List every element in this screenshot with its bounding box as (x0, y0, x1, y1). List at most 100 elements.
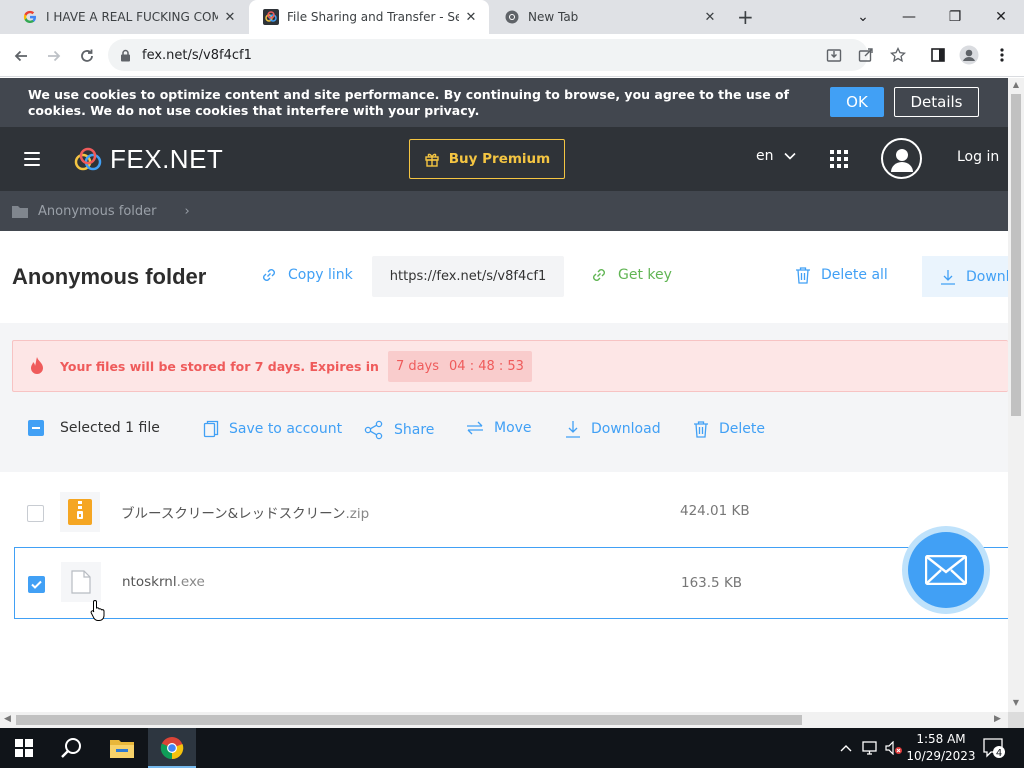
restore-button[interactable]: ❐ (932, 0, 978, 34)
horizontal-scroll-thumb[interactable] (16, 715, 802, 725)
cookie-details-button[interactable]: Details (894, 87, 979, 117)
trash-icon (693, 420, 709, 438)
selected-count: Selected 1 file (60, 420, 160, 436)
logo-text: FEX.NET (110, 144, 224, 174)
new-tab-button[interactable]: + (737, 5, 754, 29)
file-checkbox[interactable] (27, 505, 44, 522)
copy-link-button[interactable]: Copy link (260, 266, 353, 284)
vertical-scrollbar[interactable]: ▲ ▼ (1008, 78, 1024, 712)
minimize-button[interactable]: — (886, 0, 932, 34)
windows-start-icon[interactable] (0, 728, 48, 768)
share-button[interactable]: Share (364, 420, 434, 440)
share-icon[interactable] (856, 45, 876, 65)
notification-count: 4 (996, 748, 1002, 759)
install-icon[interactable] (824, 45, 844, 65)
menu-kebab-icon[interactable] (992, 45, 1012, 65)
tray-chevron-up-icon[interactable] (840, 728, 852, 768)
file-basename: ntoskrnl (122, 574, 177, 590)
file-checkbox-checked[interactable] (28, 576, 45, 593)
buy-premium-button[interactable]: Buy Premium (409, 139, 565, 179)
cookie-text: We use cookies to optimize content and s… (28, 87, 790, 118)
download-icon (565, 420, 581, 438)
vertical-scroll-thumb[interactable] (1011, 94, 1021, 416)
contact-mail-button[interactable] (902, 526, 990, 614)
trash-icon (795, 266, 811, 284)
search-icon[interactable] (48, 728, 96, 768)
login-link[interactable]: Log in (957, 149, 999, 165)
scroll-right-arrow-icon[interactable]: ▶ (994, 714, 1001, 724)
save-to-account-label: Save to account (229, 421, 343, 437)
cookie-ok-button[interactable]: OK (830, 87, 884, 117)
file-row-selected[interactable]: ntoskrnl.exe 163.5 KB (14, 547, 1008, 619)
tab-1[interactable]: I HAVE A REAL FUCKING COMPUTER ✕ (8, 0, 248, 34)
delete-button[interactable]: Delete (693, 420, 765, 438)
taskbar-clock[interactable]: 1:58 AM 10/29/2023 (904, 731, 978, 765)
breadcrumb-folder[interactable]: Anonymous folder (38, 204, 157, 219)
download-all-button[interactable]: Download all (922, 256, 1008, 297)
back-arrow-icon[interactable] (8, 43, 34, 69)
scroll-left-arrow-icon[interactable]: ◀ (4, 714, 11, 724)
close-window-button[interactable]: ✕ (978, 0, 1024, 34)
move-arrows-icon (466, 421, 484, 435)
move-label: Move (494, 420, 532, 436)
volume-muted-icon[interactable] (885, 728, 903, 768)
close-tab-icon[interactable]: ✕ (459, 10, 483, 25)
get-key-button[interactable]: Get key (590, 266, 672, 284)
download-label: Download (591, 421, 661, 437)
url-text: fex.net/s/v8f4cf1 (142, 47, 252, 63)
delete-all-label: Delete all (821, 267, 888, 283)
file-name[interactable]: ブルースクリーン&レッドスクリーン.zip (121, 502, 369, 522)
clock-time: 1:58 AM (916, 732, 966, 746)
cookie-banner: We use cookies to optimize content and s… (0, 78, 1008, 127)
download-icon (940, 269, 956, 285)
scroll-down-arrow-icon[interactable]: ▼ (1008, 698, 1024, 707)
apps-grid-icon[interactable] (830, 150, 848, 168)
fex-logo[interactable]: FEX.NET (72, 144, 223, 175)
scroll-up-arrow-icon[interactable]: ▲ (1008, 80, 1024, 89)
share-nodes-icon (364, 420, 384, 440)
file-basename: ブルースクリーン&レッドスクリーン (121, 506, 346, 522)
file-name[interactable]: ntoskrnl.exe (122, 574, 205, 590)
close-tab-icon[interactable]: ✕ (698, 10, 722, 25)
lock-icon (120, 48, 132, 62)
chrome-icon (504, 9, 520, 25)
close-tab-icon[interactable]: ✕ (218, 10, 242, 25)
gift-icon (424, 151, 440, 167)
delete-all-button[interactable]: Delete all (795, 266, 888, 284)
side-panel-icon[interactable] (928, 45, 948, 65)
hand-cursor-icon (90, 599, 106, 625)
save-to-account-button[interactable]: Save to account (203, 420, 342, 438)
file-explorer-icon[interactable] (98, 728, 146, 768)
tab-search-icon[interactable]: ⌄ (840, 0, 886, 34)
profile-icon[interactable] (959, 45, 979, 65)
bookmark-star-icon[interactable] (888, 45, 908, 65)
hamburger-menu-icon[interactable] (24, 152, 40, 166)
select-all-checkbox[interactable] (28, 420, 44, 436)
link-icon (260, 266, 278, 284)
reload-icon[interactable] (74, 43, 100, 69)
tab-2-active[interactable]: File Sharing and Transfer - Send ✕ (249, 0, 489, 34)
share-label: Share (394, 422, 435, 438)
language-selector[interactable]: en (756, 148, 796, 164)
network-icon[interactable] (862, 728, 880, 768)
expiry-notice: Your files will be stored for 7 days. Ex… (12, 340, 1008, 392)
chevron-down-icon (783, 152, 796, 160)
expiry-timer: 7 days 04 : 48 : 53 (387, 350, 532, 382)
browser-tab-strip: I HAVE A REAL FUCKING COMPUTER ✕ File Sh… (0, 0, 1024, 34)
move-button[interactable]: Move (466, 420, 532, 436)
forward-arrow-icon[interactable] (41, 43, 67, 69)
user-avatar-icon[interactable] (881, 138, 922, 179)
horizontal-scrollbar[interactable]: ◀ ▶ (0, 712, 1008, 728)
chrome-taskbar-icon[interactable] (148, 728, 196, 768)
copy-icon (203, 420, 219, 438)
file-row[interactable]: ブルースクリーン&レッドスクリーン.zip 424.01 KB (14, 474, 1008, 546)
download-button[interactable]: Download (565, 420, 661, 438)
notifications-icon[interactable]: 4 (982, 728, 1006, 768)
url-bar[interactable]: fex.net/s/v8f4cf1 (108, 39, 868, 71)
tab-3[interactable]: New Tab ✕ (490, 0, 728, 34)
envelope-icon (925, 555, 967, 585)
tab-title: New Tab (528, 10, 579, 24)
fex-favicon-icon (263, 9, 279, 25)
share-link-field[interactable]: https://fex.net/s/v8f4cf1 (372, 256, 564, 297)
page-title: Anonymous folder (12, 264, 207, 289)
